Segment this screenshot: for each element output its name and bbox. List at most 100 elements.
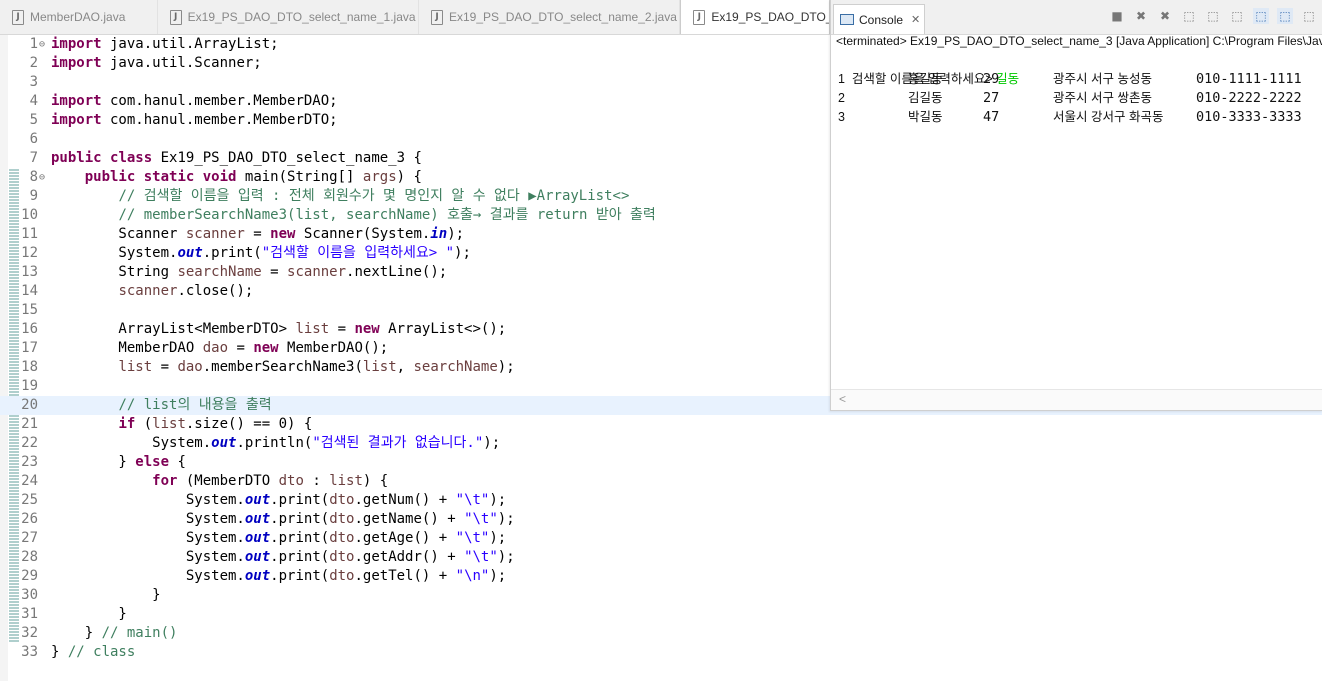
remove-all-icon[interactable]: ✖ bbox=[1157, 8, 1173, 24]
line-number: 24 bbox=[21, 473, 38, 489]
console-tab-label: Console bbox=[859, 12, 904, 27]
code-text: } bbox=[51, 587, 161, 603]
code-line[interactable]: 24 for (MemberDTO dto : list) { bbox=[0, 472, 1322, 491]
line-number: 9 bbox=[29, 188, 38, 204]
scroll-left-icon[interactable]: < bbox=[839, 392, 846, 406]
code-text: // memberSearchName3(list, searchName) 호… bbox=[118, 207, 656, 223]
result-name: 김길동 bbox=[908, 91, 943, 105]
line-number: 32 bbox=[21, 625, 38, 641]
code-text: if (list.size() == 0) { bbox=[118, 416, 313, 432]
line-number: 33 bbox=[21, 644, 38, 660]
code-text: // 검색할 이름을 입력 : 전체 회원수가 몇 명인지 알 수 없다 ▶Ar… bbox=[118, 188, 630, 204]
code-line[interactable]: 25 System.out.print(dto.getNum() + "\t")… bbox=[0, 491, 1322, 510]
line-number: 31 bbox=[21, 606, 38, 622]
line-number: 8 bbox=[29, 169, 38, 185]
code-text: ArrayList<MemberDTO> list = new ArrayLis… bbox=[51, 321, 507, 337]
result-tel: 010-2222-2222 bbox=[1196, 90, 1302, 106]
console-horizontal-scrollbar[interactable]: < bbox=[831, 389, 1322, 410]
console-view: Console ✕ ■ ✖ ✖ ⬚ ⬚ ⬚ ⬚ ⬚ ⬚ <terminated> Ex19_PS… bbox=[830, 0, 1322, 411]
console-tab-bar: Console ✕ ■ ✖ ✖ ⬚ ⬚ ⬚ ⬚ ⬚ ⬚ bbox=[831, 0, 1322, 35]
show-on-error-icon[interactable]: ⬚ bbox=[1253, 8, 1269, 24]
result-age: 27 bbox=[983, 90, 1000, 106]
editor-tab-label: Ex19_PS_DAO_DTO_select_name_2.java bbox=[449, 10, 677, 24]
line-number: 21 bbox=[21, 416, 38, 432]
result-tel: 010-1111-1111 bbox=[1196, 71, 1302, 87]
code-line[interactable]: 29 System.out.print(dto.getTel() + "\n")… bbox=[0, 567, 1322, 586]
code-line[interactable]: 23 } else { bbox=[0, 453, 1322, 472]
word-wrap-icon[interactable]: ⬚ bbox=[1205, 8, 1221, 24]
code-text: System.out.print(dto.getName() + "\t"); bbox=[51, 511, 515, 527]
fold-toggle-icon[interactable]: ⊖ bbox=[39, 168, 45, 187]
close-icon[interactable]: ✕ bbox=[911, 13, 920, 26]
result-addr: 서울시 강서구 화곡동 bbox=[1053, 110, 1164, 124]
result-num: 2 bbox=[838, 91, 845, 105]
show-on-output-icon[interactable]: ⬚ bbox=[1229, 8, 1245, 24]
code-line[interactable]: 33} // class bbox=[0, 643, 1322, 662]
result-num: 1 bbox=[838, 72, 845, 86]
console-result-row: 3 박길동 47 서울시 강서구 화곡동 010-3333-3333 bbox=[838, 108, 1322, 127]
result-name: 홍길동 bbox=[908, 72, 943, 86]
result-age: 47 bbox=[983, 109, 1000, 125]
editor-tab-label: Ex19_PS_DAO_DTO_select_name_1.java bbox=[187, 10, 416, 24]
result-addr: 광주시 서구 농성동 bbox=[1053, 72, 1152, 86]
java-file-icon: J bbox=[693, 9, 706, 25]
code-text: System.out.print("검색할 이름을 입력하세요> "); bbox=[51, 245, 471, 261]
code-text: System.out.print(dto.getAge() + "\t"); bbox=[51, 530, 507, 546]
open-console-icon[interactable]: ⬚ bbox=[1301, 8, 1317, 24]
editor-tab-1[interactable]: J MemberDAO.java bbox=[0, 0, 158, 34]
pin-console-icon[interactable]: ⬚ bbox=[1277, 8, 1293, 24]
line-number: 30 bbox=[21, 587, 38, 603]
code-line[interactable]: 27 System.out.print(dto.getAge() + "\t")… bbox=[0, 529, 1322, 548]
code-line[interactable]: 32 } // main() bbox=[0, 624, 1322, 643]
console-result-row: 1 홍길동 29 광주시 서구 농성동 010-1111-1111 bbox=[838, 70, 1322, 89]
code-line[interactable]: 21 if (list.size() == 0) { bbox=[0, 415, 1322, 434]
editor-tab-bar: J MemberDAO.java J Ex19_PS_DAO_DTO_select_n… bbox=[0, 0, 831, 35]
line-number: 1 bbox=[29, 36, 38, 52]
line-number: 2 bbox=[29, 55, 38, 71]
java-file-icon: J bbox=[12, 9, 24, 25]
line-number: 15 bbox=[21, 302, 38, 318]
line-number: 12 bbox=[21, 245, 38, 261]
code-text: } // main() bbox=[51, 625, 178, 641]
fold-toggle-icon[interactable]: ⊖ bbox=[39, 35, 45, 54]
line-number: 17 bbox=[21, 340, 38, 356]
result-addr: 광주시 서구 쌍촌동 bbox=[1053, 91, 1152, 105]
line-number: 6 bbox=[29, 131, 38, 147]
line-number: 4 bbox=[29, 93, 38, 109]
code-text: // list의 내용을 출력 bbox=[118, 397, 272, 413]
line-number: 20 bbox=[21, 397, 38, 413]
code-line[interactable]: 26 System.out.print(dto.getName() + "\t"… bbox=[0, 510, 1322, 529]
terminate-icon[interactable]: ■ bbox=[1109, 8, 1125, 24]
code-line[interactable]: 28 System.out.print(dto.getAddr() + "\t"… bbox=[0, 548, 1322, 567]
remove-launch-icon[interactable]: ✖ bbox=[1133, 8, 1149, 24]
editor-tab-2[interactable]: J Ex19_PS_DAO_DTO_select_name_1.java bbox=[158, 0, 419, 34]
editor-tab-4[interactable]: J Ex19_PS_DAO_DTO_sele bbox=[680, 0, 831, 34]
code-text: System.out.print(dto.getTel() + "\n"); bbox=[51, 568, 507, 584]
line-number: 3 bbox=[29, 74, 38, 90]
line-number: 23 bbox=[21, 454, 38, 470]
code-line[interactable]: 31 } bbox=[0, 605, 1322, 624]
code-text: public static void main(String[] args) { bbox=[84, 169, 422, 185]
tab-console[interactable]: Console ✕ bbox=[833, 4, 925, 34]
code-line[interactable]: 22 System.out.println("검색된 결과가 없습니다."); bbox=[0, 434, 1322, 453]
editor-tab-label: MemberDAO.java bbox=[30, 10, 126, 24]
line-number: 19 bbox=[21, 378, 38, 394]
code-text: Scanner scanner = new Scanner(System.in)… bbox=[51, 226, 465, 242]
code-text: import java.util.ArrayList; bbox=[51, 36, 279, 52]
line-number: 22 bbox=[21, 435, 38, 451]
line-number: 14 bbox=[21, 283, 38, 299]
console-toolbar: ■ ✖ ✖ ⬚ ⬚ ⬚ ⬚ ⬚ ⬚ bbox=[1101, 8, 1317, 24]
result-name: 박길동 bbox=[908, 110, 943, 124]
line-number: 26 bbox=[21, 511, 38, 527]
console-icon bbox=[840, 14, 854, 25]
code-text: public class Ex19_PS_DAO_DTO_select_name… bbox=[51, 150, 422, 166]
line-number: 29 bbox=[21, 568, 38, 584]
line-number: 18 bbox=[21, 359, 38, 375]
code-text: MemberDAO dao = new MemberDAO(); bbox=[51, 340, 389, 356]
scroll-lock-icon[interactable]: ⬚ bbox=[1181, 8, 1197, 24]
code-text: System.out.println("검색된 결과가 없습니다."); bbox=[51, 435, 501, 451]
line-number: 10 bbox=[21, 207, 38, 223]
editor-tab-3[interactable]: J Ex19_PS_DAO_DTO_select_name_2.java bbox=[419, 0, 681, 34]
console-result-row: 2 김길동 27 광주시 서구 쌍촌동 010-2222-2222 bbox=[838, 89, 1322, 108]
code-line[interactable]: 30 } bbox=[0, 586, 1322, 605]
